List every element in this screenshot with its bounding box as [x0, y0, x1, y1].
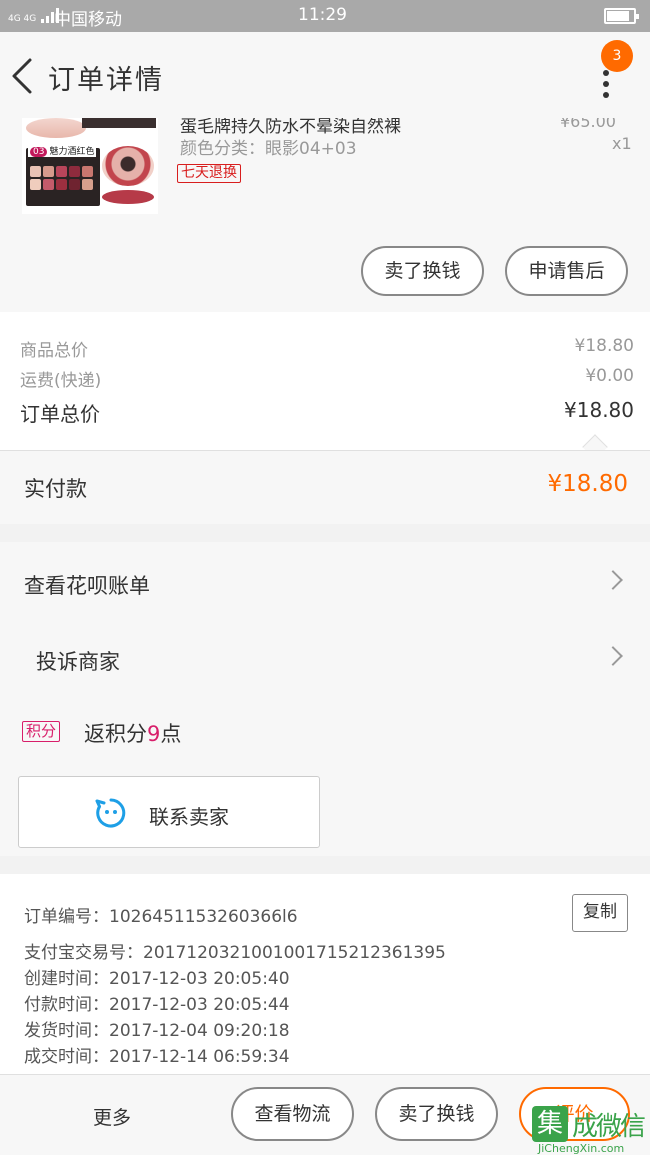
status-bar: 4G 4G 中国移动 11:29	[0, 0, 650, 32]
price-summary: 商品总价 ¥18.80 运费(快递) ¥0.00 订单总价 ¥18.80	[0, 312, 650, 460]
contact-seller-button[interactable]: 联系卖家	[18, 776, 320, 848]
signal-icon: 4G 4G	[8, 7, 60, 24]
site-watermark: 集 成微信 JiChengXin.com	[532, 1104, 650, 1155]
sell-for-cash-button[interactable]: 卖了换钱	[361, 246, 484, 296]
actual-payment-row: 实付款 ¥18.80	[0, 450, 650, 524]
nav-bar: 订单详情 3	[0, 32, 650, 118]
shipping-label: 运费(快递)	[20, 371, 102, 391]
watermark-logo: 集	[532, 1106, 568, 1142]
battery-icon	[604, 8, 639, 24]
view-logistics-button[interactable]: 查看物流	[231, 1087, 354, 1141]
completed-time: 成交时间：2017-12-14 06:59:34	[24, 1047, 290, 1067]
clock: 11:29	[298, 5, 347, 25]
goods-total-label: 商品总价	[20, 341, 88, 361]
copy-button[interactable]: 复制	[572, 894, 628, 932]
points-count: 9	[147, 722, 161, 746]
thumb-tag: 03 魅力酒红色	[28, 144, 97, 157]
order-total-value: ¥18.80	[564, 398, 634, 422]
watermark-url: JiChengXin.com	[538, 1142, 625, 1155]
actions-section: 查看花呗账单 投诉商家 积分 返积分9点 联系卖家	[0, 542, 650, 856]
notification-badge[interactable]: 3	[601, 40, 633, 72]
actual-payment-value: ¥18.80	[547, 471, 628, 497]
chat-smiley-icon	[95, 798, 126, 828]
order-number: 订单编号：1026451153260366l6	[24, 907, 298, 927]
alipay-transaction-number: 支付宝交易号：2017120321001001715212361395	[24, 943, 446, 963]
product-quantity: x1	[612, 134, 632, 153]
more-button[interactable]: 更多	[93, 1103, 131, 1130]
after-sale-button[interactable]: 申请售后	[505, 246, 628, 296]
back-arrow-icon[interactable]	[8, 56, 38, 96]
product-price: ¥65.00	[560, 118, 616, 131]
watermark-text: 成微信	[572, 1112, 646, 1142]
sell-for-cash-button-bottom[interactable]: 卖了换钱	[375, 1087, 498, 1141]
more-menu-icon[interactable]	[598, 70, 614, 98]
order-info: 订单编号：1026451153260366l6 支付宝交易号：201712032…	[0, 874, 650, 1074]
actual-payment-label: 实付款	[24, 477, 87, 501]
contact-seller-label: 联系卖家	[149, 805, 229, 829]
shipped-time: 发货时间：2017-12-04 09:20:18	[24, 1021, 290, 1041]
carrier-name: 中国移动	[54, 10, 122, 30]
created-time: 创建时间：2017-12-03 20:05:40	[24, 969, 290, 989]
product-card[interactable]: 03 魅力酒红色 蛋毛牌持久防水不晕染自然裸 颜色分类：眼影04+03 ¥65.0…	[0, 118, 650, 312]
product-sku: 颜色分类：眼影04+03	[180, 139, 357, 159]
shipping-value: ¥0.00	[585, 366, 634, 386]
goods-total-value: ¥18.80	[574, 336, 634, 356]
view-huabei-bill-item[interactable]: 查看花呗账单	[0, 548, 650, 618]
chevron-right-icon	[603, 570, 623, 590]
return-policy-badge: 七天退换	[177, 164, 241, 183]
points-badge: 积分	[22, 721, 61, 742]
view-huabei-bill-label: 查看花呗账单	[24, 574, 150, 598]
network-type: 4G 4G	[8, 14, 37, 24]
complain-merchant-label: 投诉商家	[36, 650, 120, 674]
chevron-right-icon	[603, 646, 623, 666]
points-reward-text: 返积分9点	[84, 722, 182, 746]
complain-merchant-item[interactable]: 投诉商家	[0, 624, 650, 694]
page-title: 订单详情	[48, 65, 164, 96]
paid-time: 付款时间：2017-12-03 20:05:44	[24, 995, 290, 1015]
order-total-label: 订单总价	[20, 402, 100, 426]
product-image[interactable]: 03 魅力酒红色	[22, 118, 158, 214]
